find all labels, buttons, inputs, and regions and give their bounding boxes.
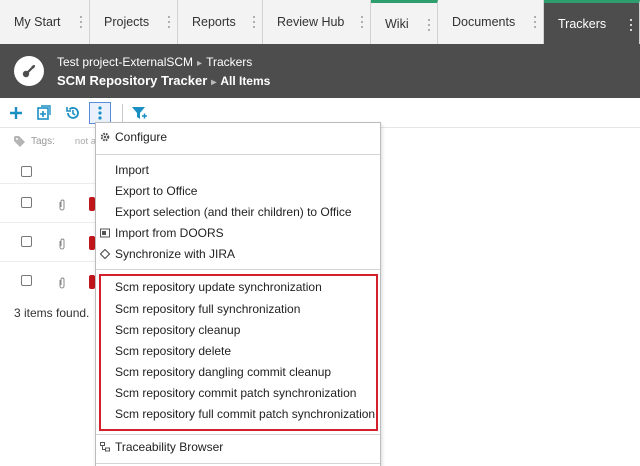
menu-item-label: Export to Office (115, 184, 198, 198)
tab-trackers[interactable]: Trackers (544, 0, 640, 44)
tab-menu-icon[interactable] (629, 19, 632, 31)
jira-icon (100, 249, 110, 259)
tab-wiki[interactable]: Wiki (371, 0, 438, 44)
view-name[interactable]: All Items (220, 74, 270, 88)
row-checkbox[interactable] (21, 236, 32, 247)
menu-item-label: Export selection (and their children) to… (115, 205, 352, 219)
breadcrumb-project[interactable]: Test project-ExternalSCM (57, 55, 193, 69)
breadcrumb: Test project-ExternalSCM ▸ Trackers (57, 55, 252, 69)
tag-icon (14, 136, 25, 147)
history-button[interactable] (62, 102, 84, 124)
tab-review-hub[interactable]: Review Hub (263, 0, 371, 44)
tab-bar: My Start Projects Reports Review Hub Wik… (0, 0, 640, 44)
menu-item-import[interactable]: Import (96, 160, 380, 180)
breadcrumb-separator: ▸ (211, 77, 217, 88)
menu-item-label: Import from DOORS (115, 226, 224, 240)
tab-menu-icon[interactable] (79, 16, 82, 28)
menu-item-configure[interactable]: Configure (96, 127, 380, 147)
filter-icon (132, 107, 147, 119)
menu-item-label: Scm repository update synchronization (115, 280, 322, 294)
row-divider (0, 222, 96, 223)
more-actions-menu: Configure Import Export to Office Export… (95, 122, 381, 466)
tab-menu-icon[interactable] (427, 19, 430, 31)
page-title: SCM Repository Tracker ▸ All Items (57, 73, 270, 88)
filter-button[interactable] (128, 102, 150, 124)
history-icon (66, 107, 79, 119)
breadcrumb-separator: ▸ (197, 58, 203, 69)
tab-menu-icon[interactable] (360, 16, 363, 28)
tab-label: Review Hub (277, 15, 345, 29)
menu-item-scm-delete[interactable]: Scm repository delete (96, 341, 380, 361)
row-checkbox[interactable] (21, 275, 32, 286)
add-document-icon (37, 105, 51, 120)
tab-my-start[interactable]: My Start (0, 0, 90, 44)
attachment-icon[interactable] (58, 238, 66, 250)
tab-label: Projects (104, 15, 150, 29)
row-divider (0, 183, 96, 184)
tab-reports[interactable]: Reports (178, 0, 263, 44)
menu-item-label: Import (115, 163, 150, 177)
tab-label: Trackers (558, 16, 607, 31)
menu-item-label: Scm repository dangling commit cleanup (115, 365, 332, 379)
tab-label: Wiki (385, 16, 409, 31)
gear-icon (100, 132, 110, 142)
tab-label: My Start (14, 15, 61, 29)
items-found-count: 3 items found. (14, 306, 90, 320)
menu-item-label: Traceability Browser (115, 440, 224, 454)
select-all-checkbox[interactable] (21, 166, 32, 177)
menu-divider (96, 463, 380, 464)
menu-item-scm-cleanup[interactable]: Scm repository cleanup (96, 320, 380, 340)
tab-menu-icon[interactable] (167, 16, 170, 28)
toolbar-divider (122, 104, 123, 122)
menu-item-label: Scm repository cleanup (115, 323, 241, 337)
menu-item-scm-full-commit-patch-sync[interactable]: Scm repository full commit patch synchro… (96, 404, 380, 424)
menu-item-scm-update-sync[interactable]: Scm repository update synchronization (96, 277, 380, 297)
breadcrumb-trackers[interactable]: Trackers (206, 55, 252, 69)
tags-filter[interactable]: Tags: not ad (14, 136, 101, 147)
menu-item-import-doors[interactable]: Import from DOORS (96, 223, 380, 243)
doors-icon (100, 228, 110, 238)
tab-label: Documents (452, 15, 516, 29)
plus-icon (10, 107, 22, 119)
tags-label: Tags: (31, 136, 55, 147)
traceability-icon (100, 442, 110, 452)
menu-item-label: Scm repository commit patch synchronizat… (115, 386, 357, 400)
menu-divider (96, 434, 380, 435)
add-child-button[interactable] (33, 102, 55, 124)
tab-menu-icon[interactable] (533, 16, 536, 28)
menu-item-label: Scm repository full commit patch synchro… (115, 407, 376, 421)
attachment-icon[interactable] (58, 199, 66, 211)
menu-item-scm-commit-patch-sync[interactable]: Scm repository commit patch synchronizat… (96, 383, 380, 403)
tracker-logo-icon (14, 56, 44, 86)
menu-item-label: Scm repository delete (115, 344, 232, 358)
kebab-menu-icon (98, 106, 102, 120)
menu-item-sync-jira[interactable]: Synchronize with JIRA (96, 244, 380, 264)
menu-item-export-office[interactable]: Export to Office (96, 181, 380, 201)
menu-item-export-selection[interactable]: Export selection (and their children) to… (96, 202, 380, 222)
menu-item-label: Configure (115, 130, 168, 144)
tab-documents[interactable]: Documents (438, 0, 544, 44)
menu-item-scm-dangling-cleanup[interactable]: Scm repository dangling commit cleanup (96, 362, 380, 382)
menu-divider (96, 269, 380, 270)
attachment-icon[interactable] (58, 277, 66, 289)
tracker-name[interactable]: SCM Repository Tracker (57, 73, 207, 88)
tab-menu-icon[interactable] (252, 16, 255, 28)
menu-item-label: Scm repository full synchronization (115, 302, 301, 316)
menu-item-traceability-browser[interactable]: Traceability Browser (96, 437, 380, 457)
row-checkbox[interactable] (21, 197, 32, 208)
add-item-button[interactable] (5, 102, 27, 124)
row-divider (0, 261, 96, 262)
tab-label: Reports (192, 15, 236, 29)
page-header: Test project-ExternalSCM ▸ Trackers SCM Re… (0, 44, 640, 98)
menu-item-scm-full-sync[interactable]: Scm repository full synchronization (96, 299, 380, 319)
menu-divider (96, 154, 380, 155)
tab-projects[interactable]: Projects (90, 0, 178, 44)
more-actions-button[interactable] (89, 102, 111, 124)
menu-item-label: Synchronize with JIRA (115, 247, 236, 261)
